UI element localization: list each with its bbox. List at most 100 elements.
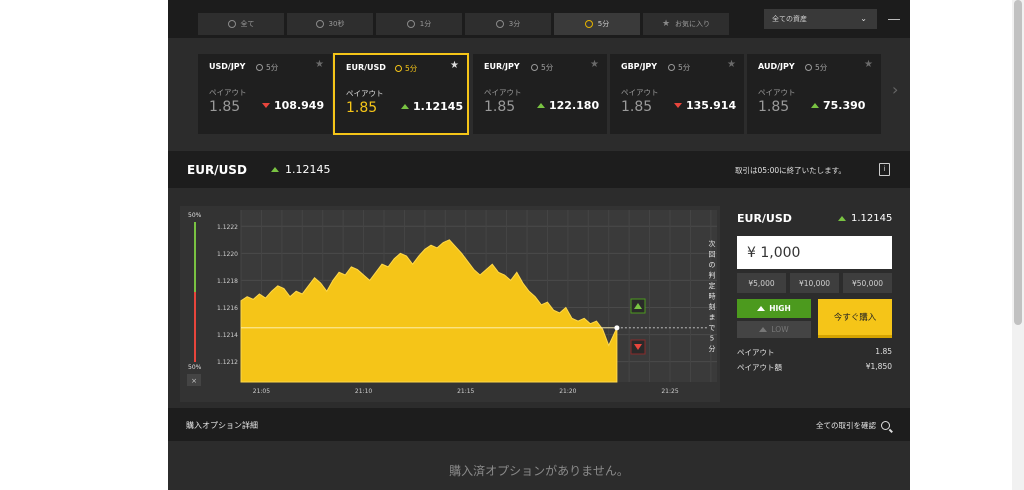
- card-payout: 1.85: [484, 99, 516, 115]
- countdown-label-char: 分: [709, 344, 716, 353]
- card-time: 5分: [256, 62, 278, 73]
- clock-icon: [668, 64, 675, 71]
- price-chart: 1.1222 1.1220 1.1218 1.1216 1.1214 1.1212 21:0…: [180, 206, 720, 402]
- arrow-up-icon: [811, 103, 819, 108]
- card-price: 122.180: [537, 99, 599, 112]
- tab-30s[interactable]: 30秒: [287, 13, 373, 35]
- x-tick-label: 21:10: [355, 388, 372, 395]
- card-symbol: AUD/JPY: [758, 62, 795, 71]
- selected-rate: 1.12145: [271, 163, 331, 176]
- countdown-label-char: 刻: [709, 302, 716, 311]
- arrow-up-icon: [271, 167, 279, 172]
- asset-card-gbpjpy[interactable]: GBP/JPY 5分 ★ ペイアウト 1.85 135.914: [610, 54, 744, 134]
- asset-card-eurusd[interactable]: EUR/USD 5分 ★ ペイアウト 1.85 1.12145: [333, 53, 469, 135]
- x-tick-label: 21:25: [661, 388, 678, 395]
- arrow-up-icon: [537, 103, 545, 108]
- clock-icon: [256, 64, 263, 71]
- options-title: 購入オプション詳細: [186, 421, 258, 430]
- view-all-trades-link[interactable]: 全ての取引を確認: [816, 420, 890, 431]
- scrollbar-thumb[interactable]: [1014, 0, 1022, 325]
- card-symbol: EUR/USD: [346, 63, 386, 72]
- star-icon[interactable]: ★: [315, 59, 324, 70]
- sentiment-top-label: 50%: [188, 212, 202, 219]
- countdown-label-char: 定: [709, 281, 716, 290]
- chevron-right-icon[interactable]: ›: [892, 80, 898, 99]
- countdown-label-char: 5: [710, 335, 714, 343]
- countdown-label-char: 判: [709, 271, 716, 280]
- tab-favorites[interactable]: ★ お気に入り: [643, 13, 729, 35]
- closing-notice: 取引は05:00に終了いたします。: [735, 166, 846, 175]
- card-price: 1.12145: [401, 100, 463, 113]
- star-icon[interactable]: ★: [727, 59, 736, 70]
- card-time: 5分: [805, 62, 827, 73]
- tab-5min[interactable]: 5分: [554, 13, 640, 35]
- card-time: 5分: [395, 63, 417, 74]
- asset-card-usdjpy[interactable]: USD/JPY 5分 ★ ペイアウト 1.85 108.949: [198, 54, 332, 134]
- asset-card-audjpy[interactable]: AUD/JPY 5分 ★ ペイアウト 1.85 75.390: [747, 54, 881, 134]
- sentiment-down-bar: [194, 292, 196, 362]
- high-button[interactable]: HIGH: [737, 299, 811, 318]
- clock-icon: [584, 20, 593, 28]
- low-button[interactable]: LOW: [737, 321, 811, 338]
- options-header: 購入オプション詳細 全ての取引を確認: [168, 408, 910, 441]
- trade-symbol: EUR/USD: [737, 212, 792, 225]
- star-icon[interactable]: ★: [450, 60, 459, 71]
- y-tick-label: 1.1212: [217, 359, 238, 366]
- arrow-down-icon: [262, 103, 270, 108]
- countdown-label-char: 次: [709, 239, 716, 248]
- no-options-message: 購入済オプションがありません。: [449, 464, 629, 478]
- x-tick-label: 21:15: [457, 388, 474, 395]
- close-icon: ×: [191, 377, 197, 385]
- card-payout-label: ペイアウト: [484, 88, 522, 97]
- card-payout: 1.85: [621, 99, 653, 115]
- countdown-label-char: 回: [709, 251, 716, 259]
- chart-svg: 1.1222 1.1220 1.1218 1.1216 1.1214 1.1212 21:0…: [187, 210, 717, 395]
- card-payout: 1.85: [209, 99, 241, 115]
- asset-select[interactable]: 全ての資産 ⌄: [764, 9, 877, 29]
- arrow-up-icon: [401, 104, 409, 109]
- quick-amount-50000[interactable]: ¥50,000: [843, 273, 892, 293]
- card-price: 135.914: [674, 99, 736, 112]
- x-tick-label: 21:05: [253, 388, 270, 395]
- quick-amount-5000[interactable]: ¥5,000: [737, 273, 786, 293]
- tab-1min[interactable]: 1分: [376, 13, 462, 35]
- minimize-icon[interactable]: [888, 19, 900, 20]
- countdown-label-char: ま: [709, 314, 716, 322]
- card-price: 75.390: [811, 99, 865, 112]
- card-time: 5分: [531, 62, 553, 73]
- page-scrollbar[interactable]: [1012, 0, 1024, 490]
- card-symbol: GBP/JPY: [621, 62, 658, 71]
- card-payout-label: ペイアウト: [346, 89, 384, 98]
- countdown-label-char: 時: [709, 293, 716, 301]
- y-tick-label: 1.1222: [217, 224, 238, 231]
- arrow-down-icon: [674, 103, 682, 108]
- tab-3min[interactable]: 3分: [465, 13, 551, 35]
- asset-card-eurjpy[interactable]: EUR/JPY 5分 ★ ペイアウト 1.85 122.180: [473, 54, 607, 134]
- clock-icon: [805, 64, 812, 71]
- trade-rate: 1.12145: [838, 213, 892, 224]
- search-icon: [881, 421, 890, 430]
- chevron-down-icon: ⌄: [860, 14, 867, 23]
- tab-all[interactable]: 全て: [198, 13, 284, 35]
- amount-input[interactable]: [737, 236, 892, 269]
- payout-row: ペイアウト 1.85: [737, 347, 892, 357]
- quick-amount-10000[interactable]: ¥10,000: [790, 273, 839, 293]
- payout-amount-row: ペイアウト額 ¥1,850: [737, 362, 892, 372]
- arrow-up-icon: [838, 216, 846, 221]
- card-symbol: USD/JPY: [209, 62, 246, 71]
- buy-now-button[interactable]: 今すぐ購入: [818, 299, 892, 338]
- countdown-label-char: の: [709, 261, 716, 269]
- star-icon[interactable]: ★: [590, 59, 599, 70]
- info-icon[interactable]: i: [879, 163, 890, 176]
- clock-icon: [406, 20, 415, 28]
- clock-icon: [315, 20, 324, 28]
- clock-icon: [531, 64, 538, 71]
- clock-icon: [395, 65, 402, 72]
- card-price: 108.949: [262, 99, 324, 112]
- arrow-up-icon: [757, 306, 766, 311]
- clock-icon: [227, 20, 236, 28]
- card-payout: 1.85: [346, 100, 378, 116]
- countdown-label-char: で: [709, 324, 716, 332]
- star-icon[interactable]: ★: [864, 59, 873, 70]
- card-payout-label: ペイアウト: [209, 88, 247, 97]
